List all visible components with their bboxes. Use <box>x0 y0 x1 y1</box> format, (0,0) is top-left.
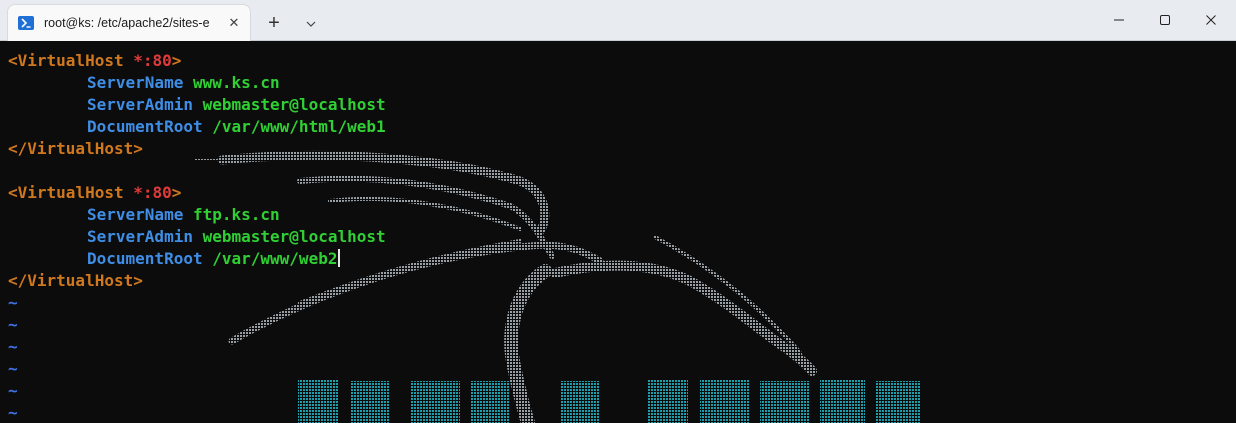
code-line: <VirtualHost *:80> <box>8 50 386 72</box>
code-line: ServerAdmin webmaster@localhost <box>8 94 386 116</box>
tag-text: <VirtualHost <box>8 183 134 202</box>
directive-name: ServerName <box>87 205 184 224</box>
directive-value: /var/www/web2 <box>212 249 338 268</box>
minimize-button[interactable] <box>1096 0 1142 41</box>
maximize-icon <box>1160 15 1170 25</box>
new-tab-button[interactable]: + <box>262 12 286 36</box>
directive-value: webmaster@localhost <box>202 227 386 246</box>
tag-text: </VirtualHost> <box>8 139 143 158</box>
port-text: :80 <box>142 183 172 202</box>
code-line: </VirtualHost> <box>8 270 386 292</box>
directive-name: ServerName <box>87 73 184 92</box>
terminal-tab[interactable]: root@ks: /etc/apache2/sites-e ✕ <box>8 5 250 41</box>
wildcard-text: * <box>133 183 143 202</box>
tag-text: </VirtualHost> <box>8 271 143 290</box>
code-line: ServerName ftp.ks.cn <box>8 204 386 226</box>
code-line: DocumentRoot /var/www/html/web1 <box>8 116 386 138</box>
chevron-down-icon <box>306 21 316 27</box>
terminal-icon <box>18 16 34 30</box>
tab-close-icon[interactable]: ✕ <box>224 13 244 33</box>
empty-line-marker: ~ <box>8 403 18 422</box>
tab-dropdown-button[interactable] <box>299 12 323 36</box>
code-line: </VirtualHost> <box>8 138 386 160</box>
directive-value: ftp.ks.cn <box>192 205 280 224</box>
empty-line-marker: ~ <box>8 381 18 400</box>
terminal-content[interactable]: <VirtualHost *:80> ServerName www.ks.cn … <box>0 41 1236 423</box>
directive-value: /var/www/html/web1 <box>212 117 386 136</box>
directive-name: ServerAdmin <box>87 227 193 246</box>
close-icon <box>1206 15 1216 25</box>
close-button[interactable] <box>1188 0 1234 41</box>
wildcard-text: * <box>133 51 143 70</box>
directive-name: DocumentRoot <box>87 249 203 268</box>
directive-name: ServerAdmin <box>87 95 193 114</box>
minimize-icon <box>1114 19 1124 21</box>
tab-title: root@ks: /etc/apache2/sites-e <box>44 16 210 30</box>
code-line: ServerName www.ks.cn <box>8 72 386 94</box>
directive-name: DocumentRoot <box>87 117 203 136</box>
empty-line-marker: ~ <box>8 337 18 356</box>
directive-value: webmaster@localhost <box>202 95 386 114</box>
maximize-button[interactable] <box>1142 0 1188 41</box>
title-bar: root@ks: /etc/apache2/sites-e ✕ + <box>0 0 1236 41</box>
tag-text: > <box>171 51 182 70</box>
tag-text: > <box>171 183 182 202</box>
code-line: DocumentRoot /var/www/web2 <box>8 248 386 270</box>
code-line: ServerAdmin webmaster@localhost <box>8 226 386 248</box>
empty-line-marker: ~ <box>8 293 18 312</box>
editor-buffer: <VirtualHost *:80> ServerName www.ks.cn … <box>8 50 386 423</box>
empty-line-marker: ~ <box>8 359 18 378</box>
port-text: :80 <box>142 51 172 70</box>
directive-value: www.ks.cn <box>192 73 280 92</box>
code-line: <VirtualHost *:80> <box>8 182 386 204</box>
empty-line-marker: ~ <box>8 315 18 334</box>
tag-text: <VirtualHost <box>8 51 134 70</box>
text-cursor <box>338 249 341 267</box>
